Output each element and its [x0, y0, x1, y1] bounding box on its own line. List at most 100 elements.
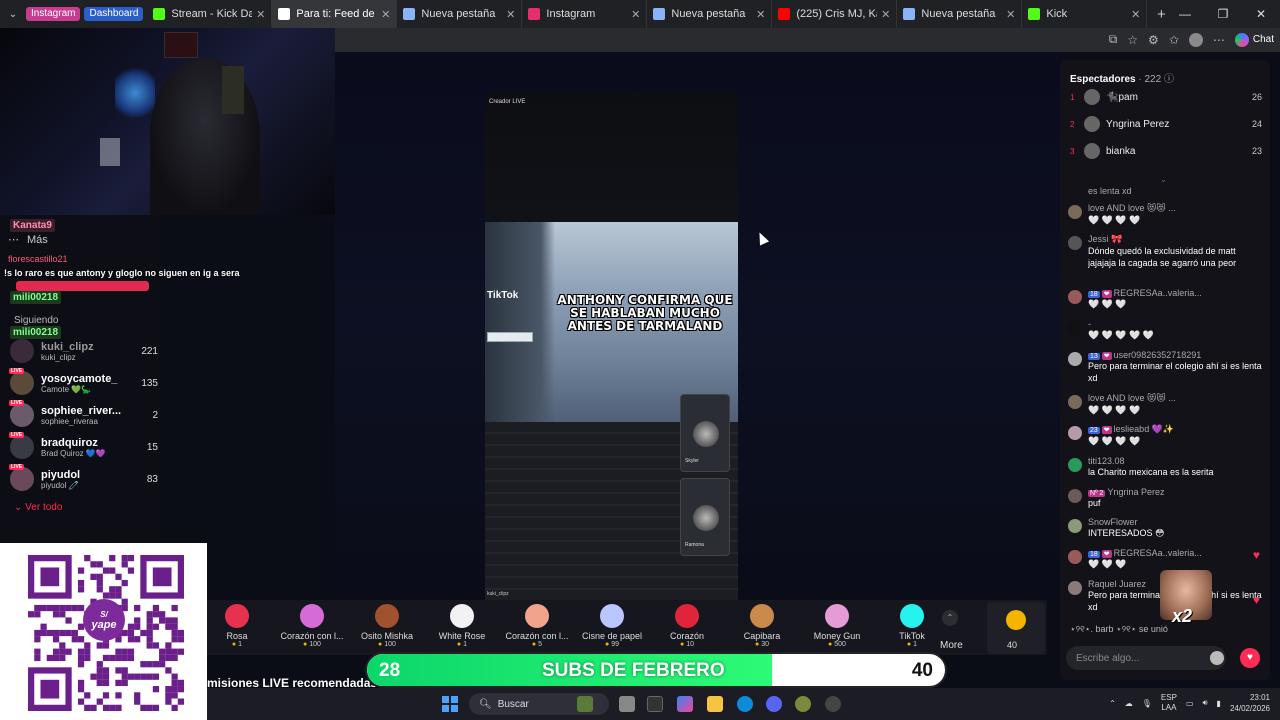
- guest-tile[interactable]: Ramona: [680, 478, 730, 556]
- coin-balance[interactable]: 40: [987, 602, 1045, 654]
- browser-tab[interactable]: Para ti: Feed de TikTok ✕: [272, 0, 398, 28]
- chat-username[interactable]: Jessi 🎀: [1088, 234, 1264, 245]
- avatar[interactable]: [1068, 321, 1082, 335]
- drag-handle-icon[interactable]: ⌄: [1160, 175, 1167, 184]
- chat-username[interactable]: 23 ❤ leslieabd 💜✨: [1088, 424, 1264, 435]
- live-video[interactable]: Creador LIVE TikTok ANTHONY CONFIRMA QUE…: [485, 92, 738, 600]
- gift-item[interactable]: Money Gun500: [802, 604, 872, 648]
- guest-tile[interactable]: Skyler: [680, 394, 730, 472]
- pinned-instagram[interactable]: Instagram: [26, 7, 81, 21]
- battery-icon[interactable]: ▮: [1217, 699, 1221, 708]
- extensions-icon[interactable]: ⚙: [1148, 33, 1159, 47]
- favorite-icon[interactable]: ☆: [1127, 33, 1138, 47]
- open-window-icon[interactable]: ⧉: [1109, 32, 1118, 47]
- chevron-up-icon[interactable]: ⌃: [942, 610, 958, 626]
- send-heart-button[interactable]: ♥: [1240, 648, 1260, 668]
- browser-tab[interactable]: (225) Cris MJ, Kali Uchis ✕: [772, 0, 898, 28]
- gift-item[interactable]: Corazón con l...100: [277, 604, 347, 648]
- avatar[interactable]: [1068, 426, 1082, 440]
- discord-icon[interactable]: [766, 696, 782, 712]
- browser-tab[interactable]: Nueva pestaña ✕: [397, 0, 523, 28]
- avatar[interactable]: [1068, 236, 1082, 250]
- browser-tab[interactable]: Nueva pestaña ✕: [647, 0, 773, 28]
- gift-item[interactable]: Capibara30: [727, 604, 797, 648]
- more-menu[interactable]: ⋯ Más: [8, 233, 48, 247]
- windows-start-icon[interactable]: [442, 696, 458, 712]
- copilot-taskbar-icon[interactable]: [677, 696, 693, 712]
- tab-close-icon[interactable]: ✕: [881, 8, 890, 21]
- tab-close-icon[interactable]: ✕: [1006, 8, 1015, 21]
- volume-icon[interactable]: 🔊︎: [1203, 698, 1208, 708]
- edge-icon[interactable]: [737, 696, 753, 712]
- network-icon[interactable]: ▭: [1186, 699, 1194, 708]
- tab-close-icon[interactable]: ✕: [631, 8, 640, 21]
- file-explorer-icon[interactable]: [707, 696, 723, 712]
- avatar[interactable]: [1068, 550, 1082, 564]
- browser-tab[interactable]: Nueva pestaña ✕: [897, 0, 1023, 28]
- copilot-chat-button[interactable]: Chat: [1234, 32, 1274, 47]
- widgets-icon[interactable]: [577, 696, 593, 712]
- info-icon[interactable]: ⓘ: [1164, 74, 1174, 85]
- chat-username[interactable]: SnowFlower: [1088, 517, 1264, 527]
- language-indicator[interactable]: ESP LAA: [1161, 693, 1177, 713]
- see-all-link[interactable]: ⌄ Ver todo: [14, 502, 62, 513]
- pinned-dashboard[interactable]: Dashboard: [84, 7, 144, 21]
- tab-close-icon[interactable]: ✕: [256, 8, 265, 21]
- clock[interactable]: 23:01 24/02/2026: [1230, 692, 1270, 714]
- gift-more-button[interactable]: More: [940, 640, 963, 651]
- avatar[interactable]: [1068, 458, 1082, 472]
- followed-user-row[interactable]: LIVE piyudol piyudol 🧷 83: [9, 464, 158, 493]
- store-icon[interactable]: [647, 696, 663, 712]
- avatar[interactable]: [1068, 489, 1082, 503]
- gift-item[interactable]: Rosa1: [202, 604, 272, 648]
- chat-username[interactable]: love AND love 😻😻 ...: [1088, 203, 1264, 214]
- tab-search-icon[interactable]: ⌄: [0, 9, 26, 20]
- top-viewer-row[interactable]: 2 Yngrina Perez 24: [1070, 114, 1262, 134]
- avatar[interactable]: [1068, 519, 1082, 533]
- app-icon-2[interactable]: [825, 696, 841, 712]
- chat-username[interactable]: 18 ❤ REGRESAa..valeria...: [1088, 288, 1264, 298]
- avatar[interactable]: [1068, 581, 1082, 595]
- chat-username[interactable]: love AND love 😻😻 ...: [1088, 393, 1264, 404]
- chat-username[interactable]: -: [1088, 319, 1264, 329]
- mic-icon[interactable]: 🎙︎: [1142, 699, 1152, 708]
- minimize-icon[interactable]: —: [1166, 0, 1204, 28]
- followed-user-row[interactable]: LIVE sophiee_river... sophiee_riveraa 2: [9, 400, 158, 429]
- browser-tab[interactable]: Stream - Kick Dashboard ✕: [147, 0, 273, 28]
- chat-input[interactable]: [1066, 646, 1226, 670]
- profile-avatar[interactable]: [1188, 32, 1203, 47]
- task-view-icon[interactable]: [619, 696, 635, 712]
- close-window-icon[interactable]: ✕: [1242, 0, 1280, 28]
- emoji-icon[interactable]: [1210, 651, 1224, 665]
- tab-close-icon[interactable]: ✕: [756, 8, 765, 21]
- gift-item[interactable]: Corazón10: [652, 604, 722, 648]
- avatar[interactable]: [1068, 395, 1082, 409]
- followed-user-row[interactable]: LIVE yosoycamote_ Camote 💚🦕 135: [9, 368, 158, 397]
- gift-item[interactable]: White Rose1: [427, 604, 497, 648]
- chat-username[interactable]: titi123.08: [1088, 456, 1264, 466]
- gift-item[interactable]: Corazón con l...5: [502, 604, 572, 648]
- menu-icon[interactable]: ⋯: [1213, 33, 1225, 47]
- browser-tab[interactable]: Kick ✕: [1022, 0, 1148, 28]
- app-icon[interactable]: [795, 696, 811, 712]
- onedrive-icon[interactable]: ☁: [1125, 699, 1133, 708]
- chat-username[interactable]: 13 ❤ user09826352718291: [1088, 350, 1264, 360]
- restore-icon[interactable]: ❐: [1204, 0, 1242, 28]
- gift-item[interactable]: Osito Mishka100: [352, 604, 422, 648]
- followed-user-row[interactable]: kuki_clipz kuki_clipz 221: [10, 337, 158, 365]
- chevron-up-icon[interactable]: ⌃: [1109, 699, 1116, 708]
- gift-item[interactable]: TikTok1: [877, 604, 947, 648]
- tab-close-icon[interactable]: ✕: [381, 8, 390, 21]
- top-viewer-row[interactable]: 1 🐈‍⬛pam 26: [1070, 87, 1262, 107]
- avatar[interactable]: [1068, 290, 1082, 304]
- followed-user-row[interactable]: LIVE bradquiroz Brad Quiroz 💙💜 15: [9, 432, 158, 461]
- collections-icon[interactable]: ✩: [1169, 33, 1179, 47]
- follow-button[interactable]: [16, 281, 149, 291]
- top-viewer-row[interactable]: 3 bianka 23: [1070, 141, 1262, 161]
- tab-close-icon[interactable]: ✕: [506, 8, 515, 21]
- browser-tab[interactable]: Instagram ✕: [522, 0, 648, 28]
- chat-username[interactable]: Nº 2 Yngrina Perez: [1088, 487, 1264, 497]
- gift-item[interactable]: Cisne de papel99: [577, 604, 647, 648]
- tab-close-icon[interactable]: ✕: [1131, 8, 1140, 21]
- avatar[interactable]: [1068, 352, 1082, 366]
